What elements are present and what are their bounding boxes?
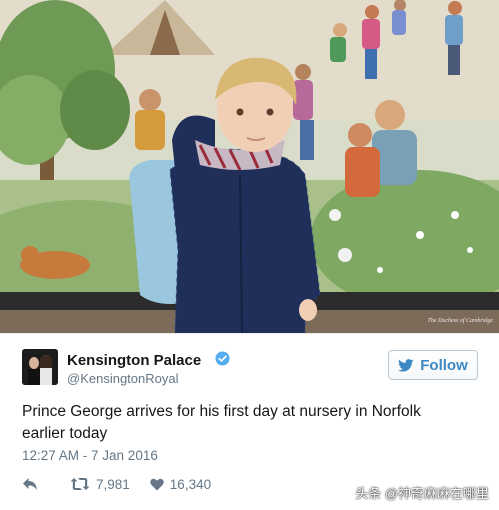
- like-button[interactable]: 16,340: [150, 477, 211, 492]
- retweet-button[interactable]: 7,981: [70, 477, 130, 492]
- reply-button[interactable]: [22, 477, 38, 491]
- handle[interactable]: @KensingtonRoyal: [67, 371, 178, 386]
- heart-icon: [150, 478, 164, 490]
- tweet-text: Prince George arrives for his first day …: [22, 403, 421, 442]
- tweet-photo[interactable]: The Duchess of Cambridge: [0, 0, 499, 333]
- follow-button[interactable]: Follow: [388, 350, 478, 380]
- avatar-image: [22, 349, 58, 385]
- reply-icon: [23, 478, 37, 490]
- twitter-bird-icon: [398, 358, 414, 372]
- photo-illustration: [0, 0, 499, 333]
- like-count: 16,340: [169, 476, 212, 492]
- tweet-actions: 7,981 16,340: [22, 475, 211, 493]
- retweet-icon: [70, 478, 90, 490]
- timestamp[interactable]: 12:27 AM - 7 Jan 2016: [22, 448, 158, 463]
- retweet-count: 7,981: [96, 476, 130, 492]
- display-name[interactable]: Kensington Palace: [67, 352, 201, 369]
- watermark: 头条 @神奇麻麻在哪里: [355, 486, 489, 501]
- verified-icon: [215, 351, 230, 366]
- photo-credit: The Duchess of Cambridge: [427, 318, 494, 324]
- follow-label: Follow: [420, 356, 468, 374]
- avatar[interactable]: [22, 349, 58, 385]
